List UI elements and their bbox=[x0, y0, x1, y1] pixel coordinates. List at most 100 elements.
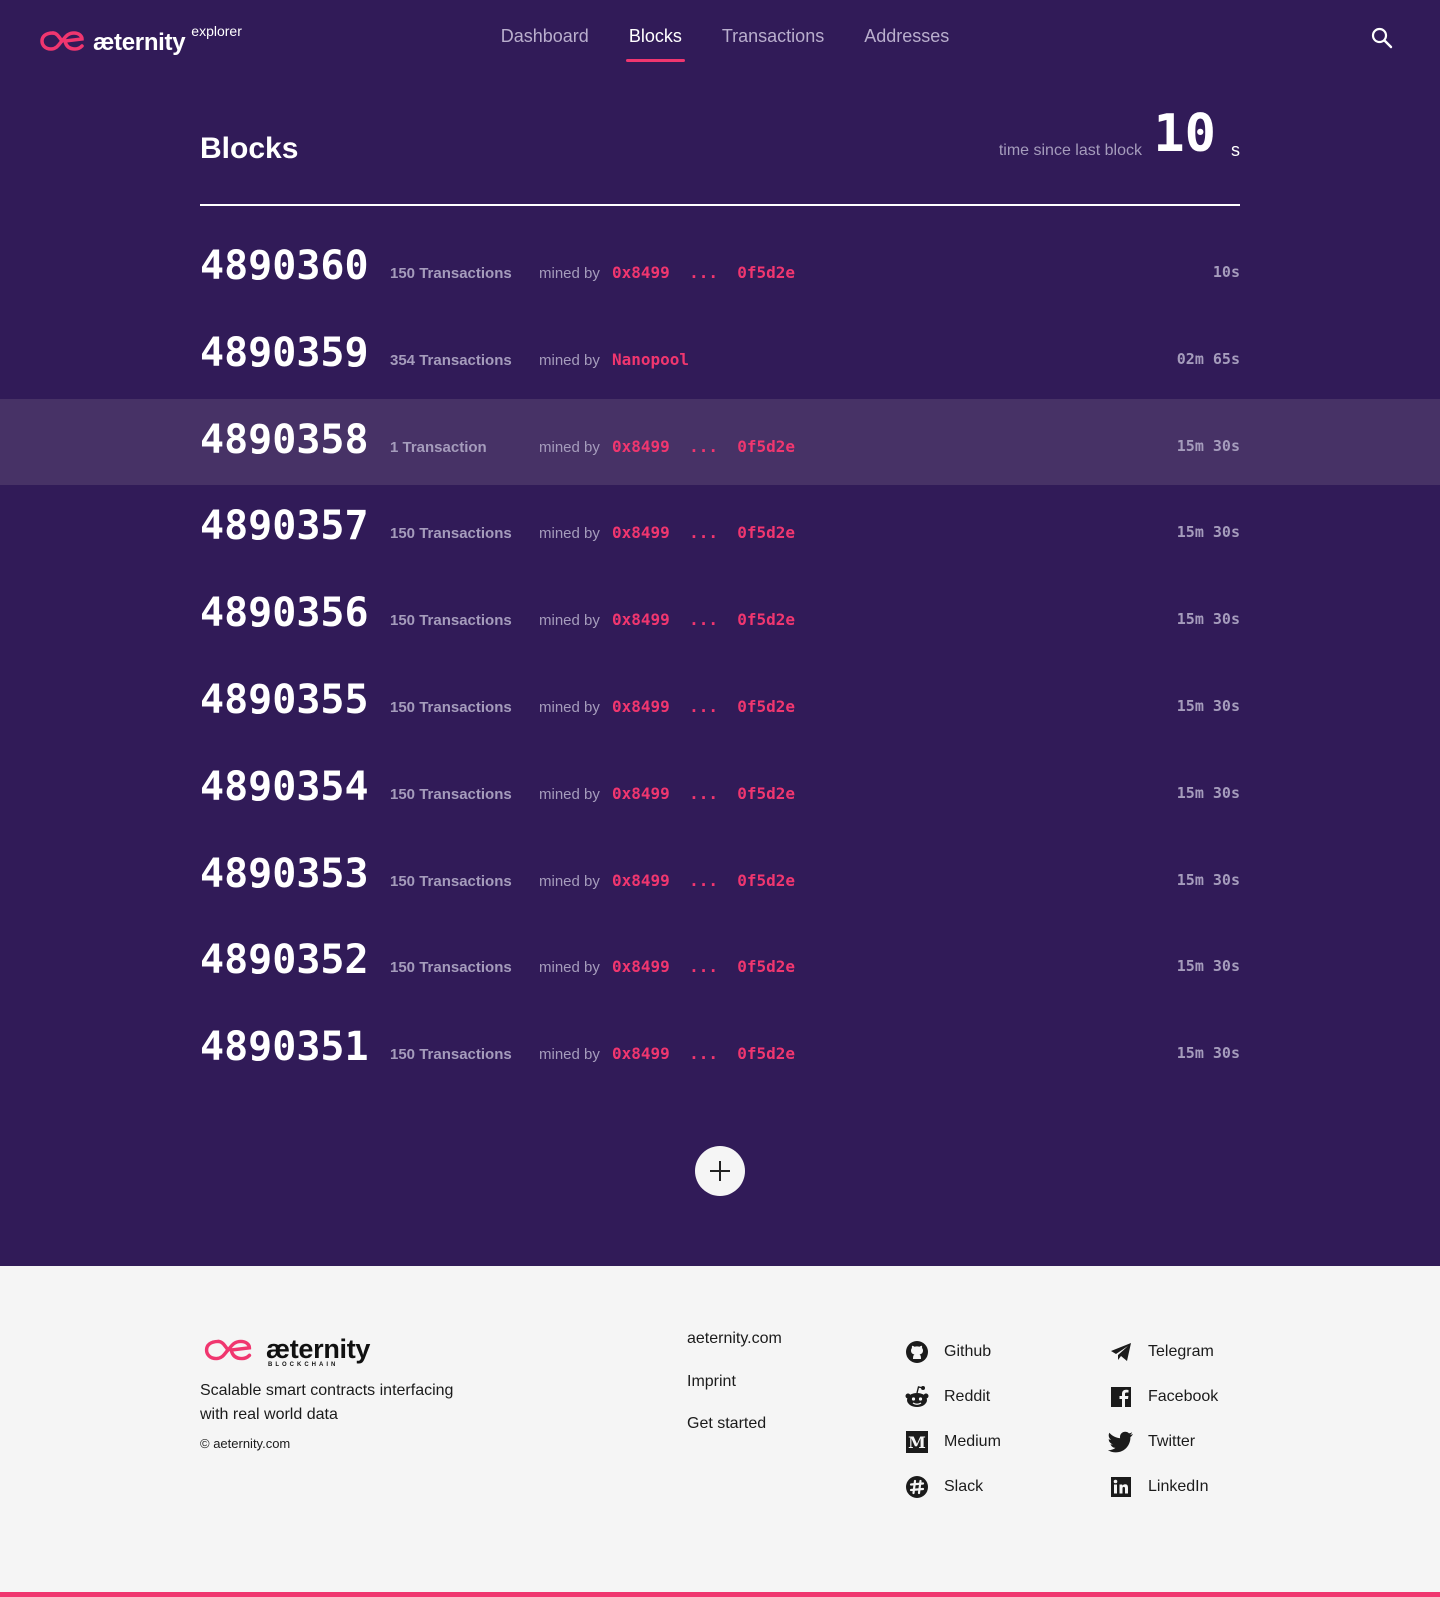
footer-brand-sub: BLOCKCHAIN bbox=[268, 1362, 339, 1368]
miner-address[interactable]: 0x8499 ... 0f5d2e bbox=[612, 610, 795, 629]
block-row[interactable]: 4890360 150 Transactions mined by 0x8499… bbox=[0, 225, 1440, 312]
mined-by-label: mined by bbox=[539, 351, 600, 369]
miner-address[interactable]: Nanopool bbox=[612, 350, 689, 369]
footer-tagline: Scalable smart contracts interfacing wit… bbox=[200, 1382, 454, 1423]
main-section: æternity explorer Dashboard Blocks Trans… bbox=[0, 0, 1440, 1266]
social-label: Slack bbox=[944, 1477, 984, 1495]
social-reddit[interactable]: Reddit bbox=[904, 1374, 1001, 1419]
block-row[interactable]: 4890351 150 Transactions mined by 0x8499… bbox=[0, 1006, 1440, 1093]
block-number[interactable]: 4890354 bbox=[200, 764, 369, 810]
block-number[interactable]: 4890353 bbox=[200, 851, 369, 897]
block-number[interactable]: 4890360 bbox=[200, 243, 369, 289]
github-icon bbox=[904, 1339, 930, 1365]
block-number[interactable]: 4890352 bbox=[200, 937, 369, 983]
nav-addresses[interactable]: Addresses bbox=[844, 26, 969, 60]
block-age: 15m 30s bbox=[1176, 783, 1240, 802]
miner-address[interactable]: 0x8499 ... 0f5d2e bbox=[612, 263, 795, 282]
social-telegram[interactable]: Telegram bbox=[1108, 1329, 1218, 1374]
miner-address[interactable]: 0x8499 ... 0f5d2e bbox=[612, 1044, 795, 1063]
miner-address[interactable]: 0x8499 ... 0f5d2e bbox=[612, 784, 795, 803]
block-tx-count: 354 Transactions bbox=[390, 351, 512, 369]
footer: æternity BLOCKCHAIN Scalable smart contr… bbox=[0, 1266, 1440, 1597]
nav-blocks[interactable]: Blocks bbox=[609, 26, 702, 62]
block-row[interactable]: 4890359 354 Transactions mined by Nanopo… bbox=[0, 312, 1440, 399]
social-twitter[interactable]: Twitter bbox=[1108, 1419, 1218, 1464]
block-row[interactable]: 4890353 150 Transactions mined by 0x8499… bbox=[0, 833, 1440, 920]
social-linkedin[interactable]: LinkedIn bbox=[1108, 1464, 1218, 1509]
miner-address[interactable]: 0x8499 ... 0f5d2e bbox=[612, 957, 795, 976]
load-more-button[interactable] bbox=[695, 1146, 745, 1196]
mined-by-label: mined by bbox=[539, 1046, 600, 1064]
aeternity-logo-icon bbox=[204, 1339, 252, 1360]
miner-address[interactable]: 0x8499 ... 0f5d2e bbox=[612, 697, 795, 716]
social-label: LinkedIn bbox=[1148, 1477, 1209, 1495]
social-label: Telegram bbox=[1148, 1342, 1214, 1360]
time-since-unit: s bbox=[1231, 140, 1240, 160]
reddit-icon bbox=[904, 1384, 930, 1410]
block-row[interactable]: 4890355 150 Transactions mined by 0x8499… bbox=[0, 659, 1440, 746]
footer-link-aeternity[interactable]: aeternity.com bbox=[687, 1330, 782, 1373]
footer-accent-bar bbox=[0, 1592, 1440, 1597]
block-number[interactable]: 4890355 bbox=[200, 677, 369, 723]
block-number[interactable]: 4890358 bbox=[200, 417, 369, 463]
block-age: 15m 30s bbox=[1176, 523, 1240, 542]
footer-logo[interactable]: æternity BLOCKCHAIN bbox=[200, 1334, 371, 1368]
social-medium[interactable]: M Medium bbox=[904, 1419, 1001, 1464]
block-tx-count: 150 Transactions bbox=[390, 525, 512, 543]
block-tx-count: 150 Transactions bbox=[390, 785, 512, 803]
block-tx-count: 150 Transactions bbox=[390, 698, 512, 716]
block-row[interactable]: 4890356 150 Transactions mined by 0x8499… bbox=[0, 572, 1440, 659]
footer-brand-name: æternity bbox=[266, 1334, 371, 1364]
mined-by-label: mined by bbox=[539, 959, 600, 977]
block-age: 15m 30s bbox=[1176, 610, 1240, 629]
block-row-highlighted[interactable]: 4890358 1 Transaction mined by 0x8499 ..… bbox=[0, 398, 1440, 486]
search-button[interactable] bbox=[1370, 26, 1394, 50]
social-links-left: Github Reddit M Medium Slack bbox=[904, 1329, 1001, 1509]
mined-by-label: mined by bbox=[539, 438, 600, 456]
nav-dashboard[interactable]: Dashboard bbox=[481, 26, 609, 60]
social-label: Medium bbox=[944, 1432, 1001, 1450]
block-age: 15m 30s bbox=[1176, 436, 1240, 455]
block-row[interactable]: 4890357 150 Transactions mined by 0x8499… bbox=[0, 485, 1440, 572]
block-number[interactable]: 4890359 bbox=[200, 330, 369, 376]
twitter-icon bbox=[1108, 1429, 1134, 1455]
miner-address[interactable]: 0x8499 ... 0f5d2e bbox=[612, 437, 795, 456]
miner-address[interactable]: 0x8499 ... 0f5d2e bbox=[612, 871, 795, 890]
footer-link-imprint[interactable]: Imprint bbox=[687, 1373, 782, 1416]
miner-address[interactable]: 0x8499 ... 0f5d2e bbox=[612, 523, 795, 542]
nav-transactions[interactable]: Transactions bbox=[702, 26, 844, 60]
mined-by-label: mined by bbox=[539, 612, 600, 630]
social-label: Github bbox=[944, 1342, 992, 1360]
block-number[interactable]: 4890351 bbox=[200, 1024, 369, 1070]
page-title: Blocks bbox=[200, 132, 299, 165]
social-label: Twitter bbox=[1148, 1432, 1196, 1450]
block-number[interactable]: 4890357 bbox=[200, 503, 369, 549]
block-age: 02m 65s bbox=[1176, 349, 1240, 368]
social-slack[interactable]: Slack bbox=[904, 1464, 1001, 1509]
facebook-icon bbox=[1108, 1384, 1134, 1410]
mined-by-label: mined by bbox=[539, 785, 600, 803]
mined-by-label: mined by bbox=[539, 525, 600, 543]
main-nav: Dashboard Blocks Transactions Addresses bbox=[0, 26, 1440, 62]
footer-link-get-started[interactable]: Get started bbox=[687, 1415, 782, 1458]
search-icon bbox=[1371, 27, 1393, 49]
telegram-icon bbox=[1108, 1339, 1134, 1365]
social-github[interactable]: Github bbox=[904, 1329, 1001, 1374]
block-tx-count: 150 Transactions bbox=[390, 959, 512, 977]
mined-by-label: mined by bbox=[539, 872, 600, 890]
social-facebook[interactable]: Facebook bbox=[1108, 1374, 1218, 1419]
block-row[interactable]: 4890354 150 Transactions mined by 0x8499… bbox=[0, 746, 1440, 833]
social-label: Facebook bbox=[1148, 1387, 1219, 1405]
slack-icon bbox=[904, 1474, 930, 1500]
block-number[interactable]: 4890356 bbox=[200, 590, 369, 636]
footer-brand: æternity BLOCKCHAIN bbox=[266, 1334, 371, 1368]
block-row[interactable]: 4890352 150 Transactions mined by 0x8499… bbox=[0, 919, 1440, 1006]
medium-icon: M bbox=[904, 1429, 930, 1455]
social-links-right: Telegram Facebook Twitter LinkedIn bbox=[1108, 1329, 1218, 1509]
block-tx-count: 1 Transaction bbox=[390, 438, 487, 456]
time-since-label: time since last block bbox=[998, 142, 1142, 159]
block-tx-count: 150 Transactions bbox=[390, 612, 512, 630]
block-age: 10s bbox=[1212, 263, 1240, 281]
block-tx-count: 150 Transactions bbox=[390, 872, 512, 890]
block-tx-count: 150 Transactions bbox=[390, 265, 512, 282]
